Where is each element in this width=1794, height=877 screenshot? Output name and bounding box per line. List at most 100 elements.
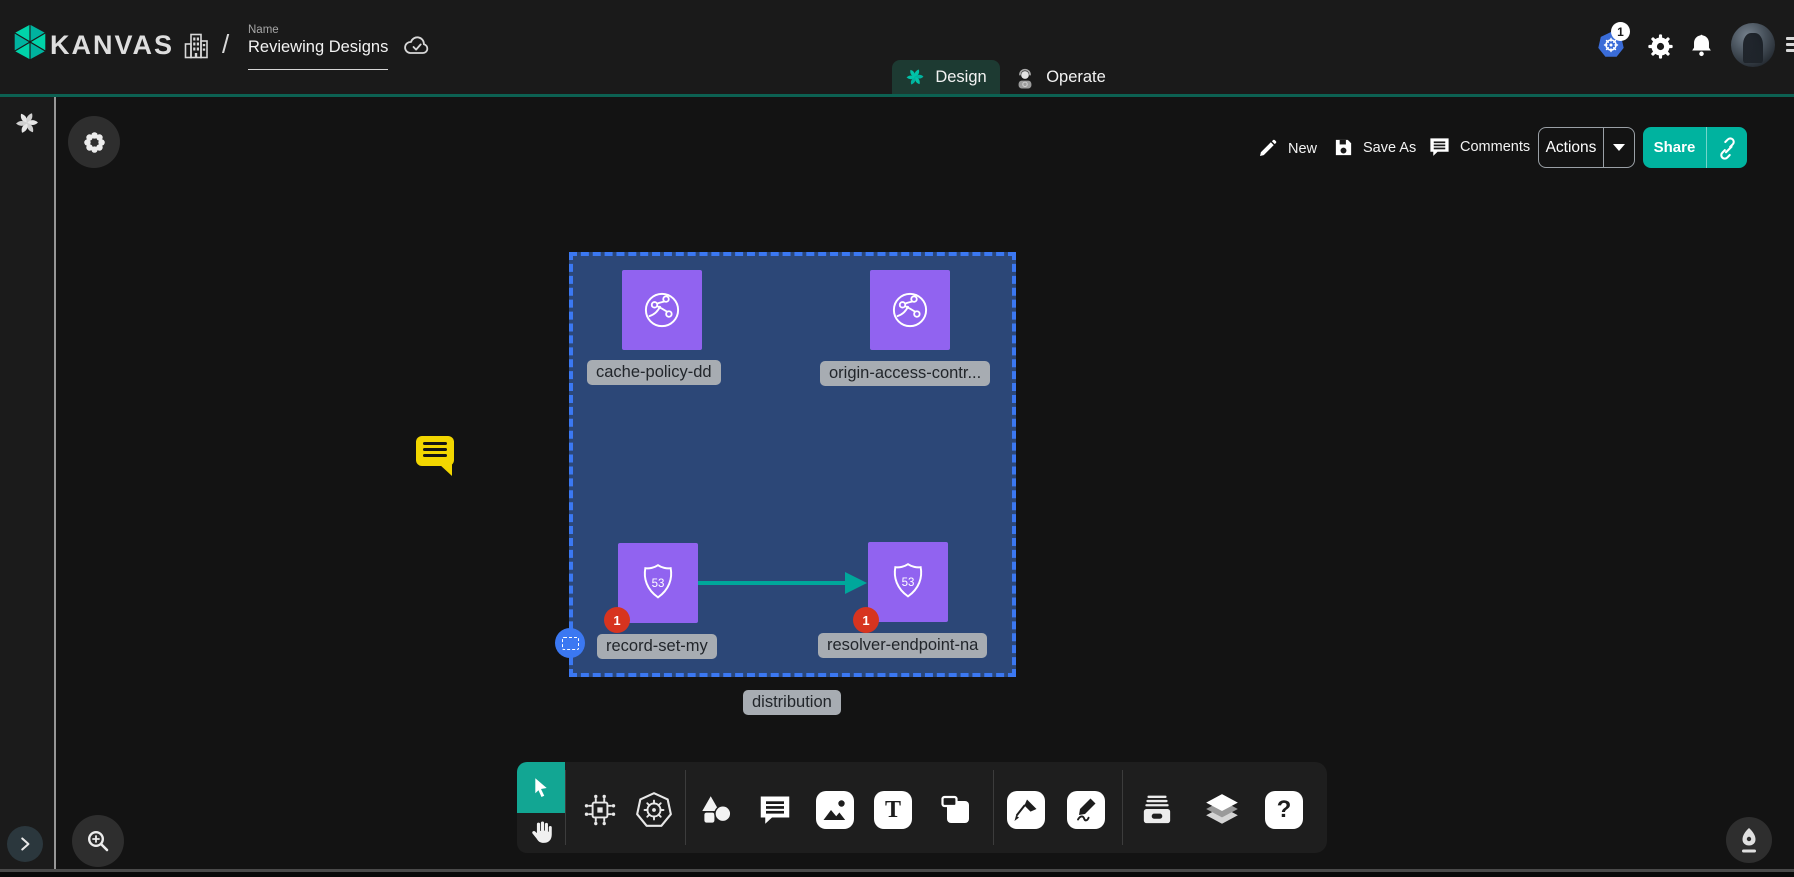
actions-dropdown-toggle[interactable] (1603, 128, 1634, 167)
design-name-label: Name (248, 24, 279, 36)
menu-icon[interactable] (1786, 37, 1794, 55)
pen-nib-icon (1736, 826, 1762, 854)
logo-wordmark[interactable]: KANVAS (50, 30, 174, 61)
flower-icon (81, 129, 108, 156)
comments-button[interactable]: Comments (1428, 136, 1530, 158)
select-tool[interactable] (517, 762, 565, 813)
route53-shield-icon: 53 (635, 560, 681, 606)
kanvas-app: KANVAS / Name (0, 0, 1794, 877)
shapes-tool[interactable] (697, 791, 735, 829)
globe-icon (887, 287, 933, 333)
layers-icon (1203, 792, 1241, 828)
edge-record-to-resolver[interactable] (698, 581, 848, 585)
image-tool[interactable] (816, 791, 854, 829)
dock-flower-button[interactable] (68, 116, 120, 168)
node-record-set[interactable]: 53 (618, 543, 698, 623)
help-glyph: ? (1277, 798, 1292, 822)
node-origin-access[interactable] (870, 270, 950, 350)
copy-link-button[interactable] (1706, 127, 1747, 168)
share-split-button[interactable]: Share (1643, 127, 1747, 168)
save-as-button[interactable]: Save As (1333, 137, 1416, 158)
header-bar: KANVAS / Name (0, 0, 1794, 94)
text-tool[interactable]: T (874, 791, 912, 829)
node-label-resolver-endpoint: resolver-endpoint-na (818, 633, 987, 658)
kubernetes-wheel-icon (634, 790, 674, 830)
building-icon[interactable] (182, 31, 210, 61)
kanvas-logo-icon[interactable] (12, 22, 48, 62)
node-label-cache-policy: cache-policy-dd (587, 360, 721, 385)
note-tool[interactable] (937, 791, 975, 829)
cursor-icon (528, 775, 554, 801)
design-name-input[interactable] (248, 38, 388, 70)
help-tool[interactable]: ? (1265, 791, 1303, 829)
breadcrumb-separator: / (222, 29, 229, 60)
group-selection-handle[interactable] (555, 628, 585, 658)
avatar[interactable] (1731, 23, 1775, 67)
tab-indicator-line (0, 94, 1794, 97)
pen-path-icon (1007, 791, 1045, 829)
operator-icon (1014, 65, 1036, 89)
shapes-icon (697, 791, 735, 829)
layers-tool[interactable] (1203, 792, 1241, 828)
badge-record-set[interactable]: 1 (604, 607, 630, 633)
comments-button-label: Comments (1460, 139, 1530, 155)
bell-icon[interactable] (1689, 32, 1714, 59)
bottom-toolbar: T (517, 762, 1327, 853)
tab-operate[interactable]: Operate (1002, 60, 1118, 94)
comment-tool[interactable] (757, 793, 793, 827)
svg-text:53: 53 (652, 578, 665, 590)
node-resolver-endpoint[interactable]: 53 (868, 542, 948, 622)
comment-marker[interactable] (416, 436, 454, 466)
actions-button-label[interactable]: Actions (1539, 128, 1603, 167)
sidebar-expand-button[interactable] (7, 826, 43, 862)
link-icon (1715, 136, 1739, 160)
drawer-icon (1137, 792, 1177, 828)
pencil-tool[interactable] (1067, 791, 1105, 829)
dashed-rect-icon (562, 637, 579, 650)
comment-icon (757, 793, 793, 827)
window-bottom-strip (0, 872, 1794, 877)
hand-icon (528, 820, 554, 846)
new-button[interactable]: New (1256, 137, 1317, 160)
node-cache-policy[interactable] (622, 270, 702, 350)
node-label-origin-access: origin-access-contr... (820, 361, 990, 386)
tab-operate-label: Operate (1046, 68, 1106, 87)
tab-design[interactable]: Design (892, 60, 1000, 94)
pencil-draw-icon (1067, 791, 1105, 829)
save-as-button-label: Save As (1363, 140, 1416, 156)
badge-resolver-endpoint[interactable]: 1 (853, 607, 879, 633)
gear-icon[interactable] (1647, 33, 1674, 60)
node-label-record-set: record-set-my (597, 634, 717, 659)
globe-icon (639, 287, 685, 333)
comment-icon (1428, 136, 1451, 158)
pencil-icon (1256, 137, 1279, 160)
drawer-tool[interactable] (1137, 792, 1177, 828)
svg-text:53: 53 (902, 577, 915, 589)
kubernetes-tool[interactable] (634, 790, 674, 830)
actions-split-button[interactable]: Actions (1538, 127, 1635, 168)
edge-arrowhead (845, 572, 867, 594)
tab-design-label: Design (935, 68, 986, 87)
design-swirl-icon (905, 67, 925, 87)
zoom-in-icon (85, 828, 111, 854)
route53-shield-icon: 53 (885, 559, 931, 605)
circuit-icon (581, 791, 619, 829)
meshery-swirl-icon[interactable] (14, 110, 40, 136)
comment-marker-tail (439, 464, 452, 476)
chevron-right-icon (14, 833, 36, 855)
kubernetes-context-badge[interactable]: 1 (1611, 22, 1630, 41)
caret-down-icon (1613, 144, 1625, 151)
image-icon (816, 791, 854, 829)
new-button-label: New (1288, 141, 1317, 157)
share-button-label[interactable]: Share (1643, 127, 1706, 168)
components-tool[interactable] (581, 791, 619, 829)
pen-dock-button[interactable] (1726, 817, 1772, 863)
group-label-distribution: distribution (743, 690, 841, 715)
cloud-sync-icon[interactable] (403, 34, 431, 58)
zoom-button[interactable] (72, 815, 124, 867)
text-tool-glyph: T (885, 798, 901, 822)
pen-tool[interactable] (1007, 791, 1045, 829)
floppy-icon (1333, 137, 1354, 158)
pan-tool[interactable] (517, 813, 565, 853)
note-icon (937, 791, 975, 829)
